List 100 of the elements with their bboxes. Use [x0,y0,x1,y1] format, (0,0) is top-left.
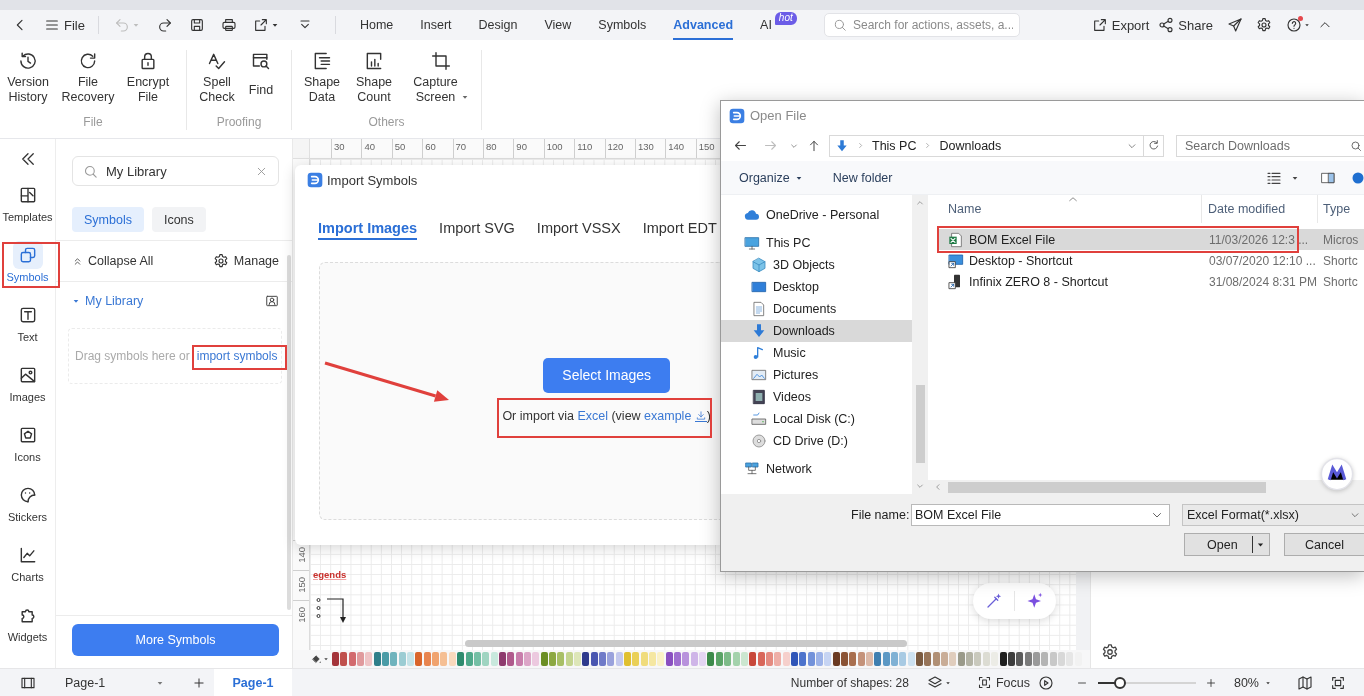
search-input[interactable]: Search for actions, assets, a... [852,18,1013,32]
color-swatch[interactable] [332,652,339,666]
map-icon[interactable] [1297,674,1313,691]
import-tab[interactable]: Import VSSX [536,218,621,240]
color-swatch[interactable] [682,652,690,666]
color-swatch[interactable] [924,652,932,666]
page-dropdown[interactable]: Page-1 [58,671,170,694]
color-swatch[interactable] [573,652,581,666]
scroll-left-icon[interactable] [934,483,942,491]
settings-icon[interactable] [1256,17,1272,33]
color-swatch[interactable] [1032,652,1040,666]
path-segment[interactable]: Downloads [939,138,1002,153]
search-input[interactable]: Search Downloads [1185,138,1350,153]
color-swatch[interactable] [765,652,773,666]
color-swatch[interactable] [398,652,406,666]
tree-item[interactable]: Music [721,342,912,364]
color-swatch[interactable] [415,652,423,666]
tree-item[interactable]: This PC [721,232,912,254]
color-swatch[interactable] [891,652,899,666]
file-row[interactable]: BOM Excel File 11/03/2026 12:3 ... Micros [938,229,1364,250]
color-swatch[interactable] [523,652,531,666]
import-tab[interactable]: Import Images [318,218,418,240]
toolbar-button[interactable]: Organize [739,170,803,185]
color-swatch[interactable] [340,652,348,666]
page-tab[interactable]: Page-1 [214,669,292,696]
example-link[interactable]: example [644,408,707,423]
scroll-down-icon[interactable] [916,482,924,490]
menu-tab[interactable]: Insert [420,10,452,40]
zoom-level-dropdown[interactable]: 80% [1233,675,1271,690]
library-tab[interactable]: Icons [151,207,206,232]
color-swatch[interactable] [473,652,481,666]
color-swatch[interactable] [590,652,598,666]
color-swatch[interactable] [465,652,473,666]
color-swatch[interactable] [515,652,523,666]
ribbon-button[interactable]: Encrypt File [120,50,176,106]
file-row[interactable]: Desktop - Shortcut 03/07/2020 12:10 ... Shortc [938,250,1364,271]
toolbar-action-button[interactable]: Share [1158,17,1213,33]
color-swatch[interactable] [1057,652,1065,666]
caret-icon[interactable] [270,21,279,29]
color-swatch[interactable] [357,652,365,666]
color-swatch[interactable] [941,652,949,666]
horizontal-scrollbar[interactable] [928,480,1364,494]
play-icon[interactable] [1037,674,1054,691]
rail-item[interactable]: Symbols [0,239,55,299]
library-expander[interactable]: My Library [72,294,144,308]
color-swatch[interactable] [498,652,506,666]
column-header[interactable]: Date modified [1202,195,1318,223]
color-swatch[interactable] [699,652,707,666]
color-swatch[interactable] [732,652,740,666]
file-type-dropdown[interactable]: Excel Format(*.xlsx) [1182,504,1364,526]
color-swatch[interactable] [749,652,757,666]
help-icon[interactable] [1286,17,1302,33]
scroll-up-icon[interactable] [916,199,924,207]
ribbon-button[interactable]: Spell Check [195,50,239,106]
user-card-icon[interactable] [265,294,279,308]
refresh-button[interactable] [1144,134,1164,157]
color-swatch[interactable] [966,652,974,666]
color-swatch[interactable] [974,652,982,666]
add-page-icon[interactable] [192,675,206,690]
save-icon[interactable] [188,17,205,33]
export-icon[interactable] [252,17,269,33]
color-swatch[interactable] [916,652,924,666]
tree-item[interactable]: Videos [721,386,912,408]
color-swatch[interactable] [490,652,498,666]
library-search-input[interactable]: My Library [106,163,247,179]
rail-item[interactable]: Charts [0,539,55,599]
color-swatch[interactable] [1007,652,1015,666]
letter-m-circle-icon[interactable] [1320,457,1354,491]
back-arrow-icon[interactable] [733,138,748,153]
up-arrow-icon[interactable] [807,138,821,153]
color-swatch[interactable] [632,652,640,666]
color-swatch[interactable] [407,652,415,666]
color-swatch[interactable] [715,652,723,666]
color-swatch[interactable] [540,652,548,666]
color-swatch[interactable] [757,652,765,666]
color-swatch[interactable] [907,652,915,666]
color-swatch[interactable] [1066,652,1074,666]
color-swatch[interactable] [707,652,715,666]
menu-tab[interactable]: Symbols [598,10,647,40]
file-menu-button[interactable]: File [44,17,85,33]
menu-tab[interactable]: Home [359,10,394,40]
color-swatch[interactable] [824,652,832,666]
color-swatch[interactable] [740,652,748,666]
color-swatch[interactable] [866,652,873,666]
select-images-button[interactable]: Select Images [543,357,671,393]
manage-button[interactable]: Manage [212,253,279,269]
column-header[interactable]: Name [928,195,1202,223]
tree-item[interactable]: CD Drive (D:) [721,430,912,452]
settings-icon[interactable] [1101,643,1119,661]
column-header[interactable]: Type [1318,195,1351,223]
scrollbar-thumb[interactable] [915,385,925,463]
color-swatch[interactable] [365,652,373,666]
path-segment[interactable]: This PC [872,138,917,153]
rail-item[interactable]: Icons [0,419,55,479]
color-swatch[interactable] [1016,652,1024,666]
color-swatch[interactable] [774,652,782,666]
color-swatch[interactable] [1049,652,1057,666]
color-swatch[interactable] [432,652,440,666]
color-swatch[interactable] [949,652,957,666]
ribbon-button[interactable]: Version History [0,50,56,106]
